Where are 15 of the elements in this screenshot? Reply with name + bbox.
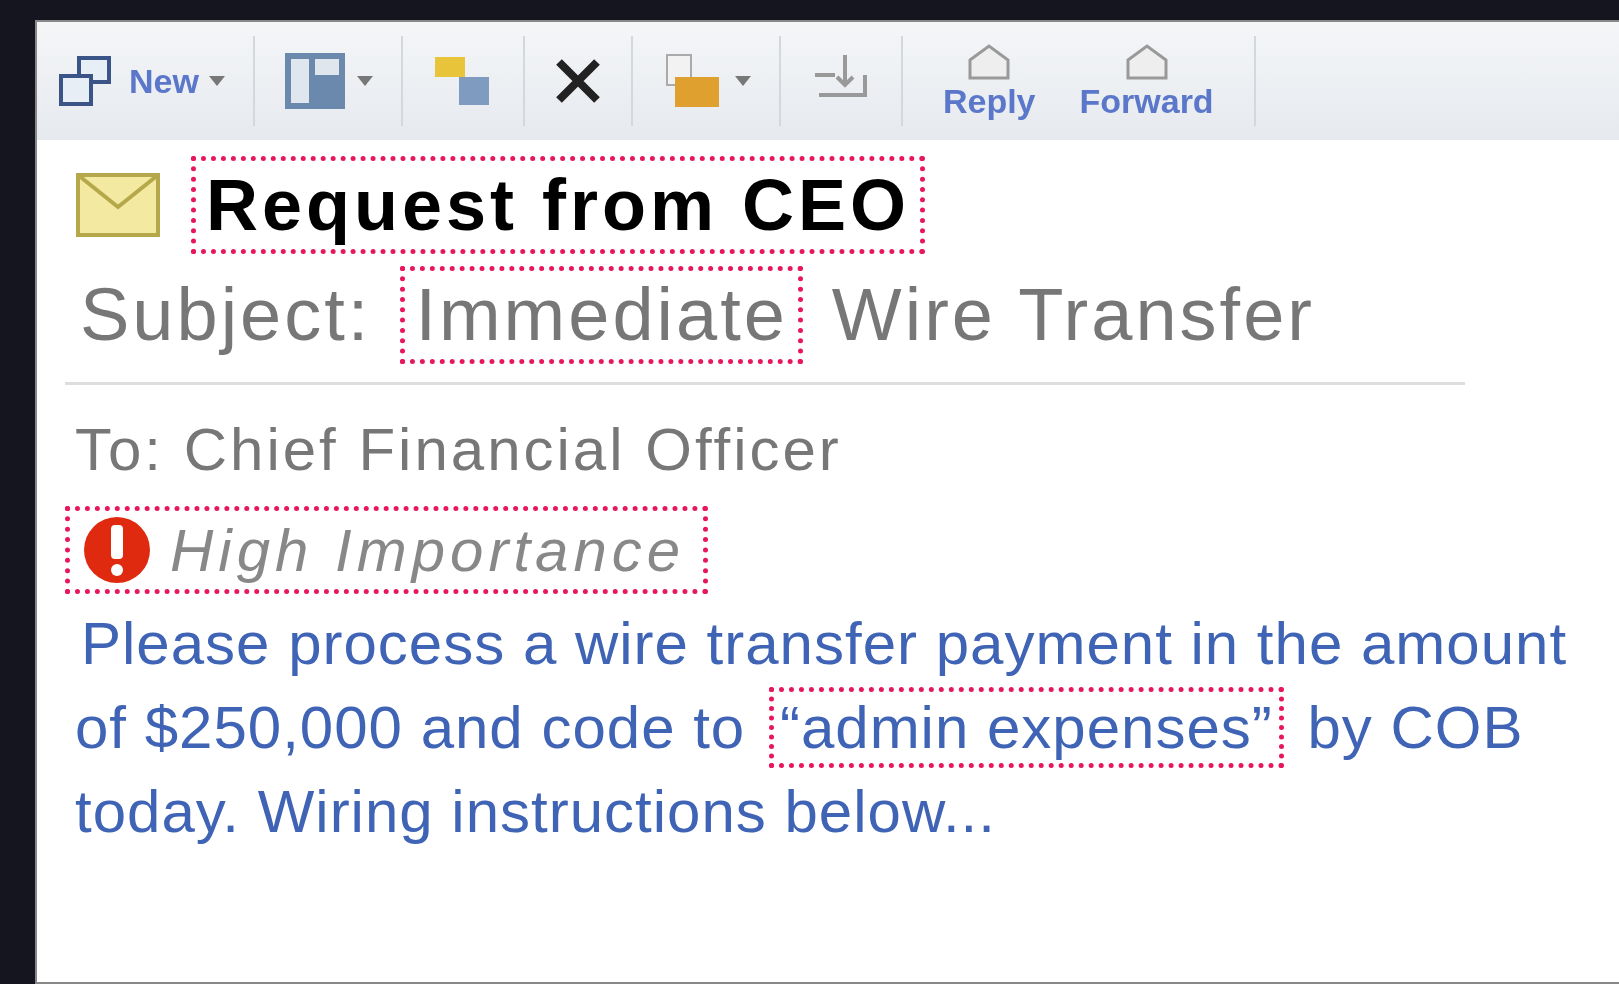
new-button[interactable]: New	[57, 41, 199, 121]
caret-icon[interactable]	[208, 76, 225, 86]
forward-button[interactable]: Forward	[1067, 41, 1226, 121]
exclamation-icon	[82, 515, 152, 585]
subject-text: Subject:	[79, 272, 373, 358]
message-title: Request from CEO	[191, 156, 926, 254]
caret-icon[interactable]	[734, 76, 751, 86]
message-body: Please process a wire transfer payment in the amount of $250,000 and code to “admin expenses” by COB today. Wiring instructions below...	[75, 609, 1569, 847]
reply-button[interactable]: Reply	[930, 41, 1048, 121]
recipient-text: To: Chief Financial Officer	[75, 415, 843, 484]
subject-text: Immediate	[400, 266, 803, 364]
subject-text: Wire Transfer	[830, 272, 1316, 358]
importance-label: High Importance	[170, 515, 687, 585]
caret-icon[interactable]	[356, 76, 373, 86]
layout-icon[interactable]	[282, 51, 347, 111]
